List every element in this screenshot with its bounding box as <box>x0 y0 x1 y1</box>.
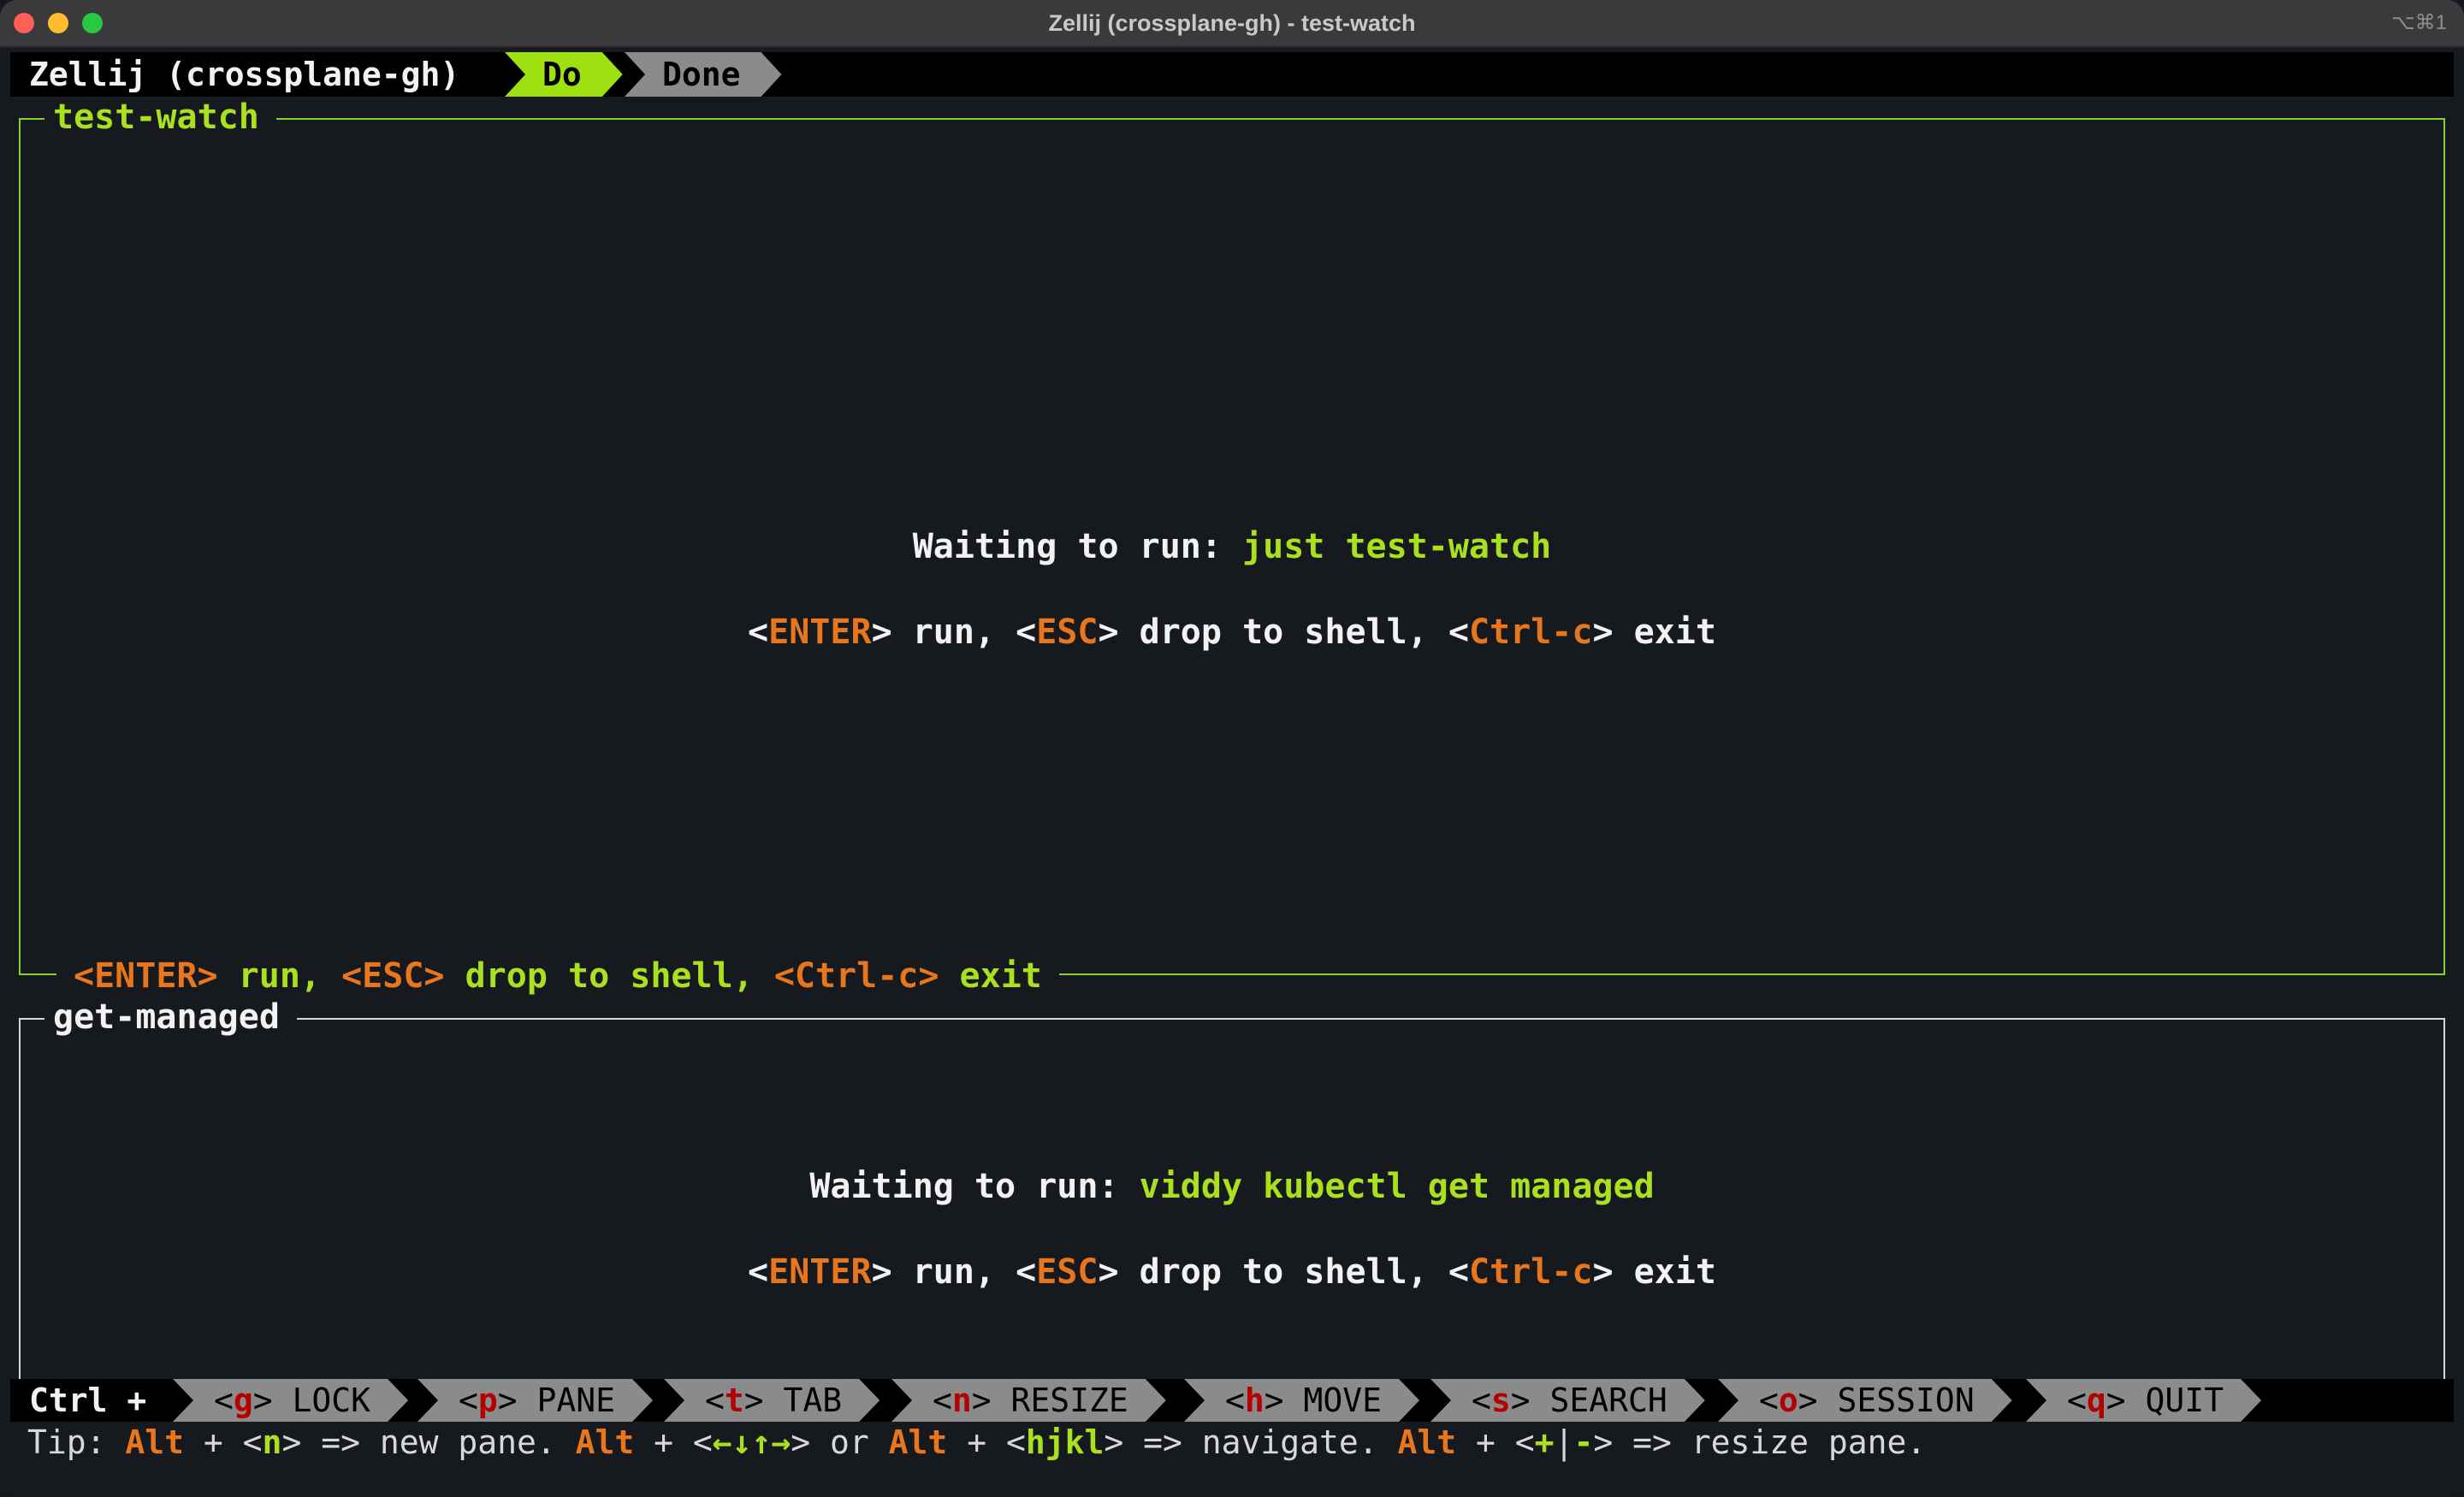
pane-test-watch[interactable]: test-watch Waiting to run: just test-wat… <box>19 97 2445 997</box>
ctrl-prefix: Ctrl + <box>29 1382 147 1419</box>
mode-resize[interactable]: <n> RESIZE <box>891 1379 1166 1422</box>
ctrl-c-key: <Ctrl-c> <box>773 956 939 996</box>
mode-lock[interactable]: <g> LOCK <box>173 1379 408 1422</box>
esc-key: ESC <box>1036 1252 1099 1292</box>
zellij-status-bar: Ctrl + <g> LOCK <p> PANE <t> TAB <n> RES… <box>10 1379 2454 1422</box>
mode-move[interactable]: <h> MOVE <box>1184 1379 1419 1422</box>
session-name: Zellij (crossplane-gh) <box>29 56 460 93</box>
enter-key: ENTER <box>768 612 872 652</box>
run-hint: <ENTER> run, <ESC> drop to shell, <Ctrl-… <box>748 612 1716 652</box>
pending-command: just test-watch <box>1242 527 1552 566</box>
enter-key: <ENTER> <box>74 956 218 996</box>
run-hint: <ENTER> run, <ESC> drop to shell, <Ctrl-… <box>748 1252 1716 1292</box>
title-bar[interactable]: Zellij (crossplane-gh) - test-watch ⌥⌘1 <box>0 0 2464 48</box>
tip-line: Tip: Alt + <n> => new pane. Alt + <←↓↑→>… <box>27 1423 1927 1461</box>
ctrl-c-key: Ctrl-c <box>1468 1252 1593 1292</box>
waiting-label: Waiting to run: <box>809 1167 1140 1206</box>
esc-key: <ESC> <box>341 956 445 996</box>
window-shortcut: ⌥⌘1 <box>2390 11 2447 34</box>
mode-quit[interactable]: <q> QUIT <box>2026 1379 2261 1422</box>
pending-command: viddy kubectl get managed <box>1139 1167 1655 1206</box>
window-title: Zellij (crossplane-gh) - test-watch <box>1048 10 1416 36</box>
esc-key: ESC <box>1036 612 1099 652</box>
tab-done[interactable]: Done <box>625 52 782 97</box>
ctrl-c-key: Ctrl-c <box>1468 612 1593 652</box>
mode-session[interactable]: <o> SESSION <box>1718 1379 2012 1422</box>
waiting-label: Waiting to run: <box>912 527 1243 566</box>
waiting-message: Waiting to run: just test-watch <box>21 527 2443 566</box>
tab-do[interactable]: Do <box>505 52 623 97</box>
zellij-tab-bar: Zellij (crossplane-gh) Do Done <box>10 52 2454 97</box>
pane-footer-hint: <ENTER> run, <ESC> drop to shell, <Ctrl-… <box>56 955 1059 997</box>
mode-pane[interactable]: <p> PANE <box>418 1379 653 1422</box>
pane-title: test-watch <box>44 97 276 138</box>
pane-get-managed[interactable]: get-managed Waiting to run: viddy kubect… <box>19 997 2445 1407</box>
arrow-keys-icon: ←↓↑→ <box>712 1423 791 1461</box>
terminal-window: Zellij (crossplane-gh) - test-watch ⌥⌘1 … <box>0 0 2464 1497</box>
enter-key: ENTER <box>768 1252 872 1292</box>
terminal-area[interactable]: Zellij (crossplane-gh) Do Done test-watc… <box>0 48 2464 1497</box>
mode-search[interactable]: <s> SEARCH <box>1430 1379 1705 1422</box>
waiting-message: Waiting to run: viddy kubectl get manage… <box>21 1167 2443 1206</box>
pane-title: get-managed <box>44 997 297 1038</box>
mode-tab[interactable]: <t> TAB <box>664 1379 880 1422</box>
